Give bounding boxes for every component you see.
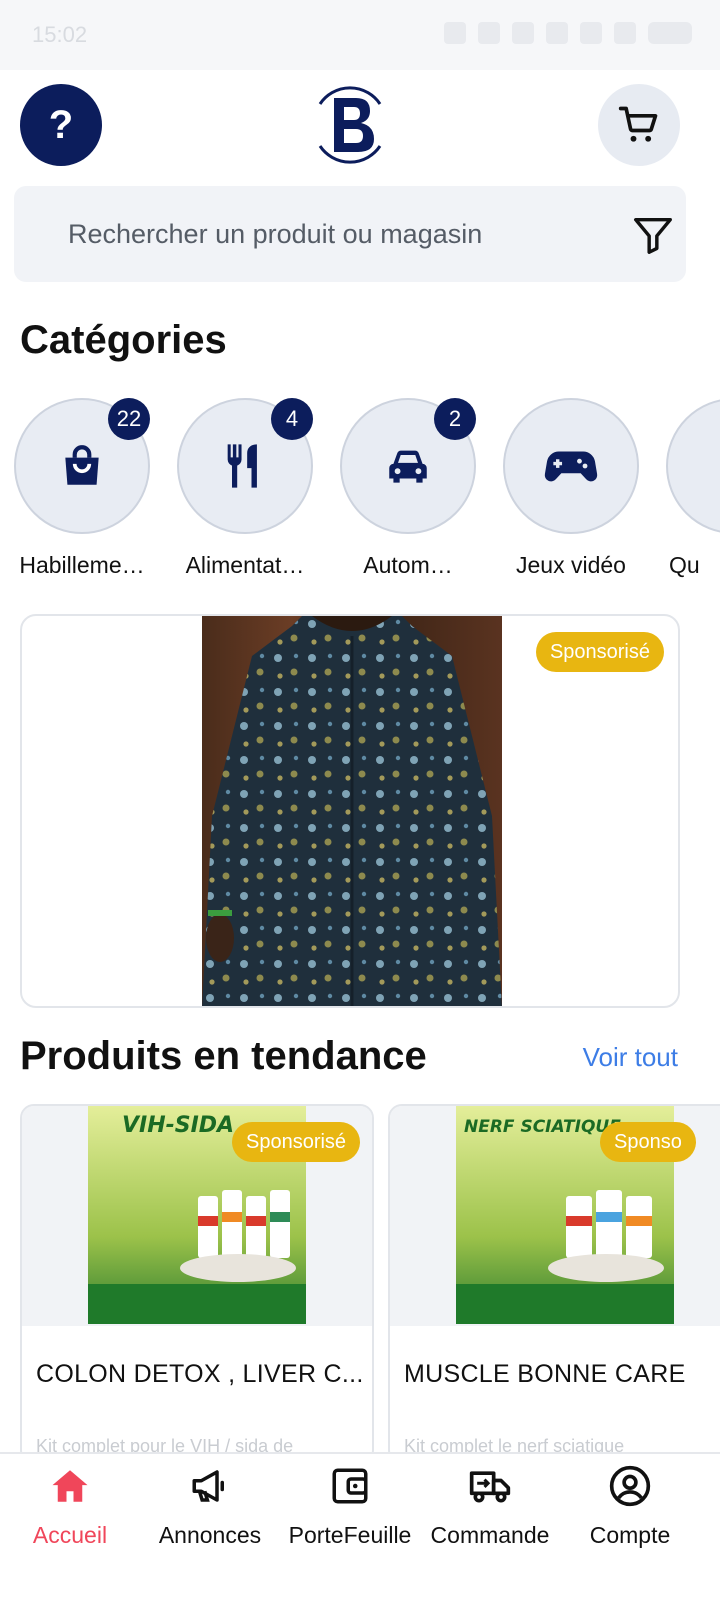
search-input[interactable] — [68, 186, 608, 282]
gamepad-icon — [544, 451, 598, 482]
sponsored-banner[interactable]: Sponsorisé — [20, 614, 680, 1008]
category-label: Autom… — [363, 552, 453, 578]
category-video-games[interactable]: Jeux vidéo — [489, 396, 653, 586]
app-header: ? — [0, 70, 720, 190]
category-label: Habilleme… — [19, 552, 145, 578]
nav-label: PorteFeuille — [288, 1522, 412, 1548]
trending-products: VIH-SIDA Sponsorisé COLON DETOX , LIVER … — [0, 1104, 720, 1454]
nav-label: Commande — [430, 1522, 550, 1548]
categories-list: 22 Habilleme… 4 Alimentat… 2 Autom… Jeux… — [0, 396, 720, 586]
bottom-navigation: Accueil Annonces PorteFeuille Commande C… — [0, 1452, 720, 1612]
nav-announcements[interactable]: Annonces — [140, 1454, 280, 1564]
category-label: Qu — [669, 552, 700, 578]
fork-knife-icon — [227, 444, 257, 488]
sponsored-badge: Sponso — [600, 1122, 696, 1162]
cart-button[interactable] — [598, 84, 680, 166]
product-image-text: VIH-SIDA — [122, 1113, 234, 1138]
see-all-link[interactable]: Voir tout — [583, 1042, 678, 1073]
status-time: 15:02 — [32, 22, 88, 47]
sponsored-badge: Sponsorisé — [232, 1122, 361, 1162]
filter-icon — [634, 217, 672, 254]
filter-button[interactable] — [626, 208, 680, 262]
nav-wallet[interactable]: PorteFeuille — [280, 1454, 420, 1564]
category-count-badge: 4 — [271, 398, 313, 440]
wallet-icon — [328, 1464, 372, 1508]
category-circle[interactable] — [666, 398, 720, 534]
help-button[interactable]: ? — [20, 84, 102, 166]
product-card[interactable]: NERF SCIATIQUE Sponso MUSCLE BONNE CARE … — [388, 1104, 720, 1454]
brand-logo[interactable] — [312, 84, 388, 166]
shopping-bag-icon — [65, 445, 99, 485]
category-count-badge: 2 — [434, 398, 476, 440]
megaphone-icon — [188, 1464, 232, 1508]
search-bar — [14, 186, 686, 282]
product-name: COLON DETOX , LIVER C... — [36, 1360, 364, 1388]
nfc-icon — [512, 22, 534, 44]
category-auto[interactable]: 2 Autom… — [326, 396, 490, 586]
nav-orders[interactable]: Commande — [420, 1454, 560, 1564]
product-card[interactable]: VIH-SIDA Sponsorisé COLON DETOX , LIVER … — [20, 1104, 374, 1454]
category-food[interactable]: 4 Alimentat… — [163, 396, 327, 586]
category-circle[interactable] — [503, 398, 639, 534]
nav-home[interactable]: Accueil — [0, 1454, 140, 1564]
battery-icon — [648, 22, 692, 44]
category-label: Alimentat… — [185, 552, 305, 578]
signal-icon — [580, 22, 602, 44]
signal-icon — [614, 22, 636, 44]
vibrate-icon — [444, 22, 466, 44]
product-name: MUSCLE BONNE CARE — [404, 1360, 686, 1388]
home-icon — [48, 1464, 92, 1508]
category-count-badge: 22 — [108, 398, 150, 440]
nav-account[interactable]: Compte — [560, 1454, 700, 1564]
category-clothing[interactable]: 22 Habilleme… — [0, 396, 164, 586]
status-icons — [444, 22, 692, 44]
category-next[interactable]: Qu — [652, 396, 720, 586]
nav-label: Compte — [589, 1522, 671, 1548]
categories-title: Catégories — [20, 318, 227, 362]
wifi-icon — [546, 22, 568, 44]
banner-image — [202, 616, 502, 1006]
account-icon — [608, 1464, 652, 1508]
product-image-text: NERF SCIATIQUE — [464, 1117, 621, 1137]
sponsored-badge: Sponsorisé — [535, 632, 664, 672]
bluetooth-icon — [478, 22, 500, 44]
status-bar: 15:02 — [0, 0, 720, 70]
truck-icon — [468, 1464, 512, 1508]
cart-icon — [618, 106, 658, 142]
car-icon — [389, 450, 427, 483]
nav-label: Annonces — [158, 1522, 262, 1548]
category-label: Jeux vidéo — [516, 552, 626, 578]
trending-title: Produits en tendance — [20, 1034, 427, 1078]
nav-label: Accueil — [32, 1522, 108, 1548]
